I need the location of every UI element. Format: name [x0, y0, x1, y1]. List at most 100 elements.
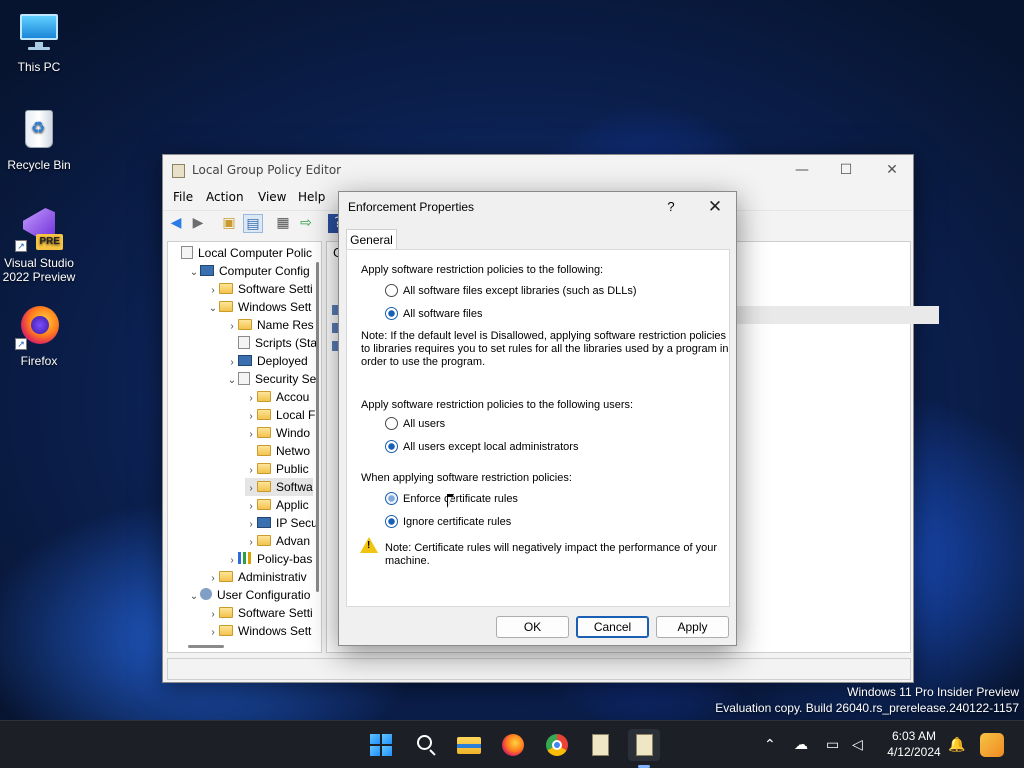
close-button[interactable]: ✕ [869, 155, 915, 186]
tree-item-label: IP Secu [276, 516, 318, 530]
tree-item-label: Advan [276, 534, 311, 548]
tree-item[interactable]: › Public [245, 460, 308, 478]
chevron-down-icon[interactable]: ⌄ [188, 588, 200, 606]
desktop-icon-visual-studio[interactable]: PRE ↗ Visual Studio 2022 Preview [1, 204, 77, 284]
forward-arrow-icon[interactable]: ▶ [188, 214, 208, 233]
taskbar-chrome[interactable] [541, 729, 573, 761]
tree-item[interactable]: › Advan [245, 532, 310, 550]
menu-help[interactable]: Help [298, 190, 325, 204]
chevron-down-icon[interactable]: ⌄ [188, 264, 200, 282]
tab-general[interactable]: General [346, 229, 397, 250]
menu-view[interactable]: View [258, 190, 286, 204]
tree-item[interactable]: › Local F [245, 406, 315, 424]
tree-item[interactable]: ⌄ Computer Config [188, 262, 310, 280]
tree-item[interactable]: › Software Setti [207, 280, 313, 298]
maximize-button[interactable]: ☐ [823, 155, 869, 186]
tree-item[interactable]: › IP Secu [245, 514, 318, 532]
tree-item-label: Software Setti [238, 282, 313, 296]
apply-button[interactable]: Apply [656, 616, 729, 638]
desktop-icon-recycle-bin[interactable]: ♻ Recycle Bin [1, 106, 77, 172]
minimize-button[interactable]: — [779, 155, 825, 186]
tree-item[interactable]: ⌄ Windows Sett [207, 298, 312, 318]
tree-pane[interactable]: Local Computer Polic ⌄ Computer Config › Sof… [167, 241, 322, 653]
search-button[interactable] [410, 729, 442, 761]
taskbar-policy-editor-1[interactable] [584, 729, 616, 761]
monitor-icon [15, 8, 63, 56]
enforcement-properties-dialog: Enforcement Properties ? ✕ General Apply… [338, 191, 737, 646]
tree-item-label: Local Computer Polic [198, 246, 313, 260]
radio-circle[interactable] [385, 284, 398, 297]
notification-bell-icon[interactable]: 🔔 [948, 735, 965, 755]
radio-circle-checked[interactable] [385, 515, 398, 528]
radio-circle-checked[interactable] [385, 307, 398, 320]
tree-item-label: Deployed [257, 354, 308, 368]
chevron-down-icon[interactable]: ⌄ [226, 372, 238, 390]
cancel-button[interactable]: Cancel [576, 616, 649, 638]
windows-logo-tile [370, 746, 380, 756]
tree-item[interactable]: › Name Res [226, 316, 313, 334]
folder-icon [219, 301, 233, 312]
tree-item-label: Computer Config [219, 264, 310, 278]
tree-item[interactable]: Local Computer Polic [169, 244, 312, 262]
tree-item[interactable]: ⌄ User Configuratio [188, 586, 310, 604]
radio-circle[interactable] [385, 417, 398, 430]
policy-editor-icon [172, 164, 185, 178]
tree-item[interactable]: Netwo [245, 442, 310, 460]
tree-item[interactable]: › Administrativ [207, 568, 306, 586]
show-hide-tree-icon[interactable]: ▤ [243, 214, 263, 233]
selected-row-highlight[interactable] [727, 306, 939, 324]
visual-studio-icon: PRE ↗ [15, 204, 63, 252]
tree-item[interactable]: ⌄ Security Se [226, 370, 316, 388]
tree-item[interactable]: › Policy-bas [226, 550, 312, 568]
chart-icon [238, 552, 252, 564]
properties-icon[interactable]: ▦ [273, 214, 293, 233]
taskbar-policy-editor-2[interactable] [628, 729, 660, 761]
radio-circle-checked[interactable] [385, 440, 398, 453]
computer-icon [200, 265, 214, 276]
chevron-down-icon[interactable]: ⌄ [207, 300, 219, 318]
taskbar-clock[interactable]: 6:03 AM 4/12/2024 [884, 728, 944, 760]
tree-item[interactable]: Scripts (Sta [226, 334, 317, 352]
network-icon[interactable]: ▭ [826, 735, 839, 755]
radio-circle[interactable] [385, 492, 398, 505]
tree-item[interactable]: › Windows Sett [207, 622, 311, 640]
folder-icon [238, 319, 252, 330]
export-list-icon[interactable]: ⇨ [296, 214, 316, 233]
tree-item[interactable]: › Applic [245, 496, 308, 514]
desktop-icon-label: Firefox [20, 354, 58, 368]
watermark-line1: Windows 11 Pro Insider Preview [847, 685, 1019, 699]
taskbar-file-explorer[interactable] [453, 729, 485, 761]
folder-icon [257, 463, 271, 474]
desktop-icon-this-pc[interactable]: This PC [1, 8, 77, 74]
back-arrow-icon[interactable]: ◀ [166, 214, 186, 233]
tree-item[interactable]: › Deployed [226, 352, 308, 370]
tree-vertical-scrollbar[interactable] [316, 262, 319, 592]
show-hidden-icons-chevron-icon[interactable]: ⌃ [764, 735, 776, 755]
mouse-cursor-fill [448, 497, 452, 506]
volume-muted-icon[interactable]: ◁ [852, 735, 863, 755]
dialog-close-button[interactable]: ✕ [702, 194, 728, 220]
up-folder-icon[interactable]: ▣ [219, 214, 239, 233]
tree-item[interactable]: › Accou [245, 388, 309, 406]
tree-item[interactable]: › Softwa [245, 478, 313, 496]
ok-button[interactable]: OK [496, 616, 569, 638]
menu-action[interactable]: Action [206, 190, 244, 204]
recycle-bin-icon: ♻ [15, 106, 63, 154]
windows-logo-icon [370, 734, 380, 744]
gpe-titlebar[interactable]: Local Group Policy Editor — ☐ ✕ [163, 155, 913, 186]
tree-item[interactable]: › Windo [245, 424, 310, 442]
tree-horizontal-scrollbar[interactable] [188, 645, 224, 648]
chevron-right-icon[interactable]: › [207, 624, 219, 642]
taskbar-firefox[interactable] [497, 729, 529, 761]
folder-icon [257, 427, 271, 438]
note-libraries-line2: to libraries requires you to set rules f… [361, 343, 729, 355]
menu-file[interactable]: File [173, 190, 193, 204]
copilot-preview-icon[interactable] [980, 733, 1004, 757]
desktop-icon-firefox[interactable]: ↗ Firefox [1, 302, 77, 368]
start-button[interactable] [365, 729, 397, 761]
onedrive-cloud-icon[interactable]: ☁ [794, 735, 808, 755]
clock-time: 6:03 AM [891, 729, 937, 743]
help-button[interactable]: ? [661, 197, 681, 217]
desktop-icon-label: Visual Studio [4, 256, 74, 270]
tree-item[interactable]: › Software Setti [207, 604, 312, 622]
